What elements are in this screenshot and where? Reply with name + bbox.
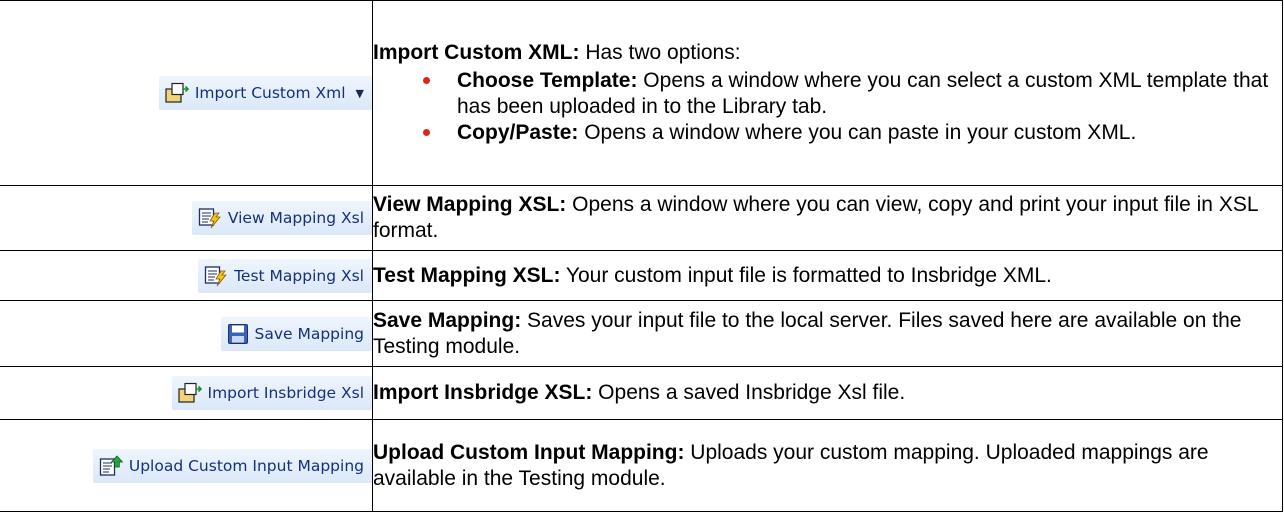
import-folder-icon: [165, 82, 189, 103]
button-label: Test Mapping Xsl: [234, 266, 364, 285]
upload-custom-input-mapping-button[interactable]: Upload Custom Input Mapping: [92, 448, 372, 483]
bullet-icon: [423, 129, 430, 136]
upload-document-icon: [99, 454, 123, 476]
button-cell: Upload Custom Input Mapping: [0, 419, 373, 512]
button-cell: Import Custom Xml ▼: [0, 0, 373, 186]
table-row: Upload Custom Input Mapping Upload Custo…: [0, 419, 1283, 512]
button-label: Import Insbridge Xsl: [207, 384, 365, 402]
button-cell: View Mapping Xsl: [0, 185, 373, 251]
bullet-icon: [423, 77, 430, 84]
button-label: Save Mapping: [254, 324, 365, 343]
table-row: Import Insbridge Xsl Import Insbridge XS…: [0, 366, 1283, 420]
floppy-disk-icon: [227, 323, 248, 344]
option-term: Choose Template:: [457, 69, 638, 92]
import-insbridge-xsl-button[interactable]: Import Insbridge Xsl: [171, 376, 372, 410]
option-text: Opens a window where you can paste in yo…: [578, 121, 1137, 144]
term: Import Custom XML:: [373, 41, 580, 64]
description-cell: Test Mapping XSL: Your custom input file…: [372, 250, 1283, 301]
toolbar-reference-table: Import Custom Xml ▼ Import Custom XML: H…: [0, 0, 1283, 512]
term: View Mapping XSL:: [373, 193, 567, 216]
button-label: Import Custom Xml: [194, 84, 346, 102]
button-cell: Save Mapping: [0, 300, 373, 367]
term: Import Insbridge XSL:: [373, 381, 593, 404]
import-custom-xml-button[interactable]: Import Custom Xml ▼: [158, 76, 372, 110]
term: Test Mapping XSL:: [373, 263, 561, 287]
option-term: Copy/Paste:: [457, 121, 579, 144]
import-folder-icon: [177, 382, 202, 403]
description-text: Has two options:: [579, 41, 741, 64]
list-item: Copy/Paste: Opens a window where you can…: [423, 120, 1282, 146]
description-cell: Import Custom XML: Has two options: Choo…: [372, 0, 1283, 186]
table-row: View Mapping Xsl View Mapping XSL: Opens…: [0, 185, 1283, 251]
button-label: Upload Custom Input Mapping: [128, 456, 364, 475]
view-mapping-xsl-button[interactable]: View Mapping Xsl: [191, 201, 372, 235]
list-item: Choose Template: Opens a window where yo…: [423, 68, 1282, 120]
description: Import Custom XML: Has two options:: [373, 40, 1282, 66]
term: Upload Custom Input Mapping:: [373, 440, 685, 464]
mapping-lightning-icon: [204, 265, 227, 286]
table-row: Import Custom Xml ▼ Import Custom XML: H…: [0, 0, 1283, 186]
button-cell: Test Mapping Xsl: [0, 250, 373, 301]
options-list: Choose Template: Opens a window where yo…: [373, 68, 1282, 146]
table-row: Test Mapping Xsl Test Mapping XSL: Your …: [0, 250, 1283, 301]
mapping-lightning-icon: [198, 208, 221, 229]
description-cell: Save Mapping: Saves your input file to t…: [372, 300, 1283, 367]
button-label: View Mapping Xsl: [227, 209, 364, 227]
description-cell: Import Insbridge XSL: Opens a saved Insb…: [372, 366, 1283, 420]
description-cell: View Mapping XSL: Opens a window where y…: [372, 185, 1283, 251]
test-mapping-xsl-button[interactable]: Test Mapping Xsl: [198, 258, 372, 293]
description-cell: Upload Custom Input Mapping: Uploads you…: [372, 419, 1283, 512]
save-mapping-button[interactable]: Save Mapping: [220, 316, 372, 351]
description-text: Opens a saved Insbridge Xsl file.: [592, 381, 906, 404]
button-cell: Import Insbridge Xsl: [0, 366, 373, 420]
chevron-down-icon[interactable]: ▼: [356, 87, 364, 100]
description-text: Your custom input file is formatted to I…: [560, 263, 1052, 287]
table-row: Save Mapping Save Mapping: Saves your in…: [0, 300, 1283, 367]
term: Save Mapping:: [373, 308, 522, 332]
